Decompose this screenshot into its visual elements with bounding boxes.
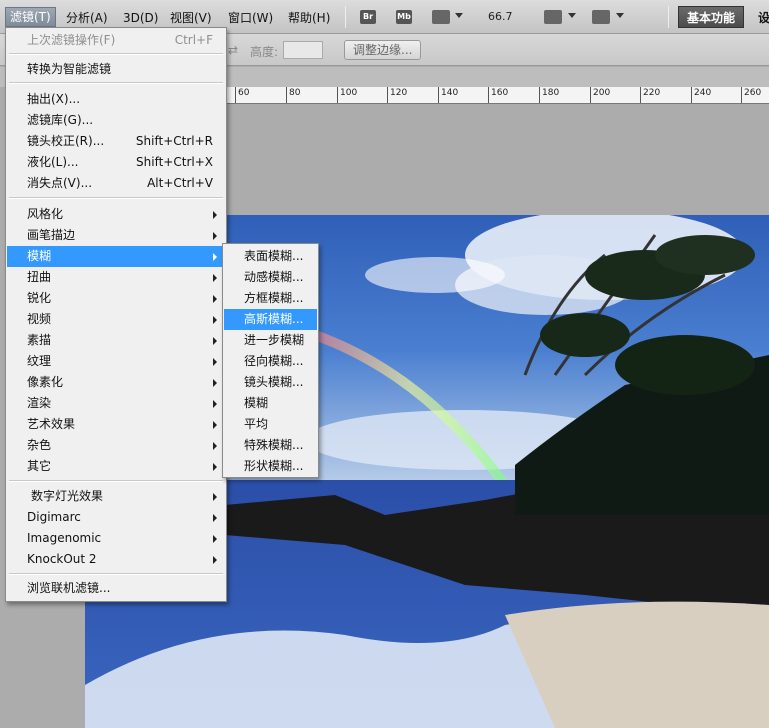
menubar-separator [668,6,669,28]
submenu-arrow-icon [213,337,217,345]
submenu-arrow-icon [213,358,217,366]
menu-item-box-blur[interactable]: 方框模糊... [224,288,317,309]
menu-item-other[interactable]: 其它 [7,456,225,477]
blur-submenu: 表面模糊... 动感模糊... 方框模糊... 高斯模糊... 进一步模糊 径向… [222,243,319,478]
submenu-arrow-icon [213,421,217,429]
menu-item-convert-smart-filter[interactable]: 转换为智能滤镜 [7,59,225,80]
view-extras-icon[interactable] [432,10,450,24]
menu-separator [9,480,223,482]
menu-item-lens-correction[interactable]: 镜头校正(R)... Shift+Ctrl+R [7,131,225,152]
menu-item-last-filter: 上次滤镜操作(F) Ctrl+F [27,33,213,47]
ruler-tick: 260 [741,87,761,103]
menu-separator [9,82,223,84]
menu-item-noise[interactable]: 杂色 [7,435,225,456]
ruler-tick: 240 [691,87,711,103]
menu-analysis[interactable]: 分析(A) [66,9,108,27]
workspace-fragment[interactable]: 设 [758,9,769,26]
submenu-arrow-icon [213,379,217,387]
submenu-arrow-icon [213,493,217,501]
menu-item-lens-blur[interactable]: 镜头模糊... [224,372,317,393]
menu-item-surface-blur[interactable]: 表面模糊... [224,246,317,267]
menu-filter[interactable]: 滤镜(T) [5,7,56,27]
submenu-arrow-icon [213,211,217,219]
menu-item-blur-more[interactable]: 进一步模糊 [224,330,317,351]
zoom-level[interactable]: 66.7 [488,10,513,23]
ruler-tick: 200 [590,87,610,103]
arrange-documents-caret-icon[interactable] [568,13,576,18]
ruler-tick: 120 [387,87,407,103]
height-label: 高度: [250,45,279,59]
menu-help[interactable]: 帮助(H) [288,9,330,27]
menu-item-motion-blur[interactable]: 动感模糊... [224,267,317,288]
menu-item-gaussian-blur[interactable]: 高斯模糊... [224,309,317,330]
menu-item-render[interactable]: 渲染 [7,393,225,414]
minibridge-icon[interactable]: Mb [396,10,412,24]
menu-item-blur[interactable]: 模糊 [7,246,225,267]
menu-item-extract[interactable]: 抽出(X)... [7,89,225,110]
menu-item-filter-gallery[interactable]: 滤镜库(G)... [7,110,225,131]
menu-separator [9,53,223,55]
menu-item-knockout[interactable]: KnockOut 2 [7,549,225,570]
menu-separator [9,573,223,575]
menu-item-blur[interactable]: 模糊 [224,393,317,414]
view-extras-caret-icon[interactable] [455,13,463,18]
menu-item-vanishing-point[interactable]: 消失点(V)... Alt+Ctrl+V [7,173,225,194]
submenu-arrow-icon [213,274,217,282]
menu-3d[interactable]: 3D(D) [123,9,158,27]
ruler-tick: 80 [286,87,300,103]
menu-item-browse-online[interactable]: 浏览联机滤镜... [7,578,225,599]
ruler-tick: 220 [640,87,660,103]
submenu-arrow-icon [213,535,217,543]
submenu-arrow-icon [213,295,217,303]
screen-mode-caret-icon[interactable] [616,13,624,18]
bridge-icon[interactable]: Br [360,10,376,24]
menu-view[interactable]: 视图(V) [170,9,212,27]
submenu-arrow-icon [213,442,217,450]
height-input[interactable] [283,41,323,59]
menu-item-brush-strokes[interactable]: 画笔描边 [7,225,225,246]
ruler-tick: 160 [488,87,508,103]
filter-menu: 上次滤镜操作(F) Ctrl+F 转换为智能滤镜 抽出(X)... 滤镜库(G).… [5,27,227,602]
menu-item-liquify[interactable]: 液化(L)... Shift+Ctrl+X [7,152,225,173]
menu-item-digimarc[interactable]: Digimarc [7,507,225,528]
menu-item-radial-blur[interactable]: 径向模糊... [224,351,317,372]
ruler-tick: 100 [337,87,357,103]
refine-edge-button[interactable]: 调整边缘... [344,40,422,60]
menu-item-distort[interactable]: 扭曲 [7,267,225,288]
submenu-arrow-icon [213,232,217,240]
submenu-arrow-icon [213,316,217,324]
ruler-tick: 140 [438,87,458,103]
menu-item-sketch[interactable]: 素描 [7,330,225,351]
ruler-tick: 60 [235,87,249,103]
submenu-arrow-icon [213,463,217,471]
submenu-arrow-icon [213,556,217,564]
menu-item-texture[interactable]: 纹理 [7,351,225,372]
ruler-tick: 180 [539,87,559,103]
horizontal-ruler: 60 80 100 120 140 160 180 200 220 240 26… [226,87,769,104]
menu-item-sharpen[interactable]: 锐化 [7,288,225,309]
menu-separator [9,197,223,199]
menu-item-digital-lighting[interactable]: 数字灯光效果 [7,486,225,507]
menu-item-artistic[interactable]: 艺术效果 [7,414,225,435]
menu-item-video[interactable]: 视频 [7,309,225,330]
menu-window[interactable]: 窗口(W) [228,9,273,27]
submenu-arrow-icon [213,400,217,408]
menu-item-smart-blur[interactable]: 特殊模糊... [224,435,317,456]
submenu-arrow-icon [213,514,217,522]
menu-item-shape-blur[interactable]: 形状模糊... [224,456,317,477]
screen-mode-icon[interactable] [592,10,610,24]
menu-item-stylize[interactable]: 风格化 [7,204,225,225]
workspace-button[interactable]: 基本功能 [678,6,744,28]
menu-item-imagenomic[interactable]: Imagenomic [7,528,225,549]
arrange-documents-icon[interactable] [544,10,562,24]
menubar-separator [345,6,346,28]
menu-item-pixelate[interactable]: 像素化 [7,372,225,393]
menu-item-average[interactable]: 平均 [224,414,317,435]
submenu-arrow-icon [213,253,217,261]
swap-icon[interactable]: ⇄ [228,43,238,57]
